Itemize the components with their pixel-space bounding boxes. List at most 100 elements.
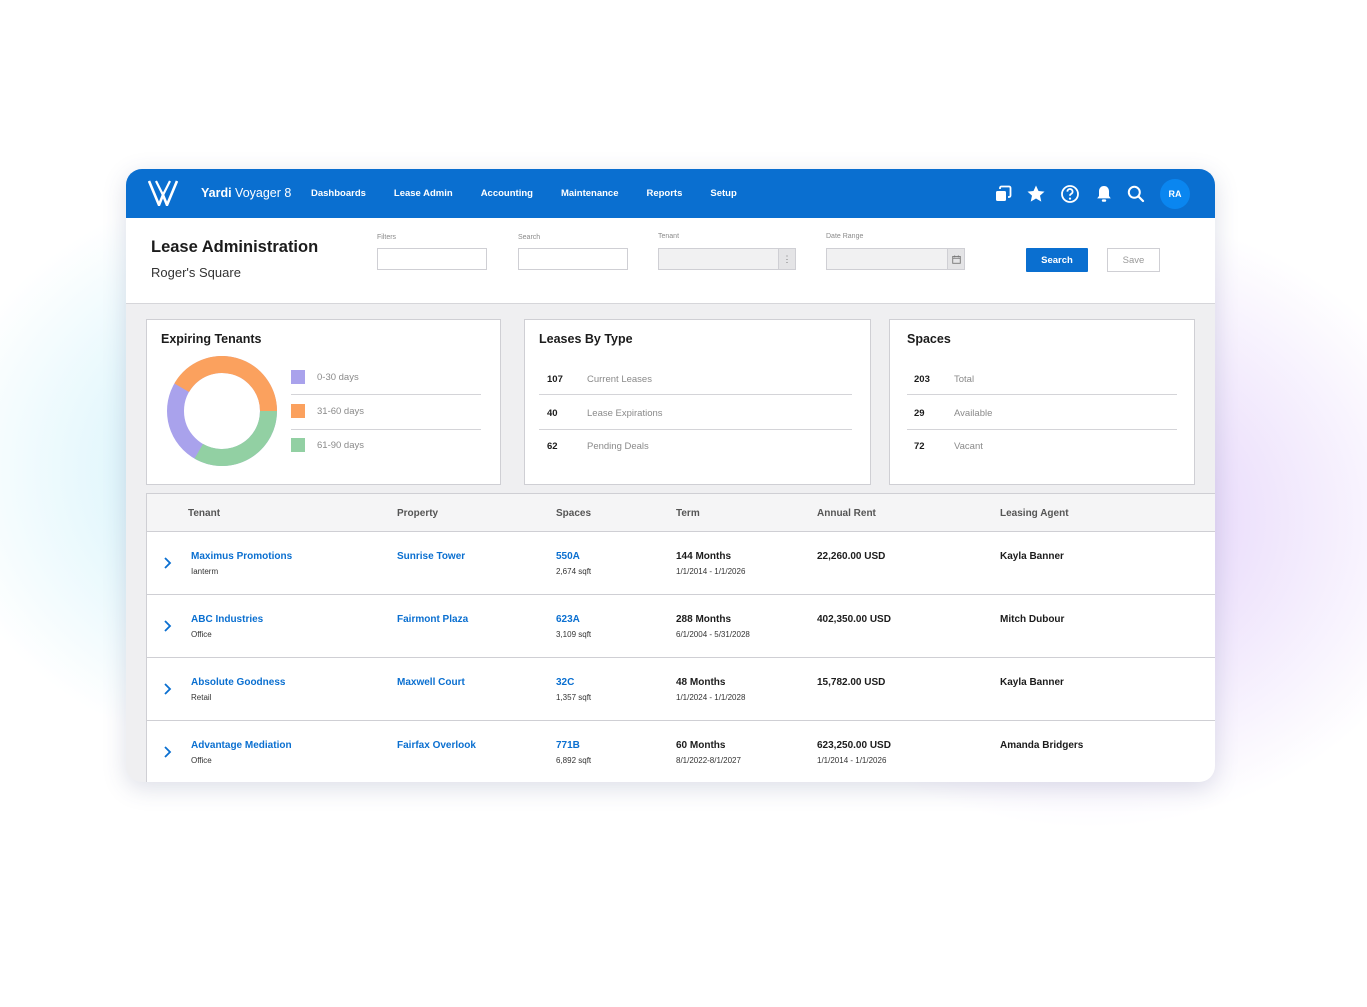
space-link[interactable]: 771B xyxy=(556,740,580,751)
date-range-input[interactable] xyxy=(826,248,965,270)
stat-value: 40 xyxy=(547,408,558,419)
column-header-property[interactable]: Property xyxy=(397,508,438,519)
help-icon[interactable] xyxy=(1060,184,1080,204)
table-header: Tenant Property Spaces Term Annual Rent … xyxy=(147,494,1215,532)
tenant-link[interactable]: ABC Industries xyxy=(191,614,263,625)
save-button[interactable]: Save xyxy=(1107,248,1160,272)
divider xyxy=(539,394,852,395)
page-title: Lease Administration xyxy=(151,238,319,256)
tenant-link[interactable]: Absolute Goodness xyxy=(191,677,285,688)
legend-label: 61-90 days xyxy=(317,440,365,451)
divider xyxy=(907,394,1177,395)
term-length: 288 Months xyxy=(676,614,732,625)
property-link[interactable]: Maxwell Court xyxy=(397,677,465,688)
stat-label: Vacant xyxy=(954,441,983,452)
search-icon[interactable] xyxy=(1126,184,1146,204)
nav-setup[interactable]: Setup xyxy=(710,188,736,199)
main-nav: Dashboards Lease Admin Accounting Mainte… xyxy=(311,188,765,199)
search-input[interactable] xyxy=(518,248,628,270)
nav-dashboards[interactable]: Dashboards xyxy=(311,188,366,199)
space-sqft: 6,892 sqft xyxy=(556,756,592,765)
legend-swatch xyxy=(291,370,305,384)
leasing-agent: Kayla Banner xyxy=(1000,677,1064,688)
user-avatar[interactable]: RA xyxy=(1160,179,1190,209)
spaces-title: Spaces xyxy=(907,332,951,346)
chevron-right-icon[interactable] xyxy=(161,682,175,696)
nav-reports[interactable]: Reports xyxy=(646,188,682,199)
brand-name-rest: Voyager 8 xyxy=(231,186,292,200)
legend-swatch xyxy=(291,404,305,418)
leases-table: Tenant Property Spaces Term Annual Rent … xyxy=(146,493,1215,782)
divider xyxy=(539,429,852,430)
nav-maintenance[interactable]: Maintenance xyxy=(561,188,619,199)
property-link[interactable]: Fairmont Plaza xyxy=(397,614,468,625)
chevron-right-icon[interactable] xyxy=(161,745,175,759)
annual-rent: 22,260.00 USD xyxy=(817,551,886,562)
nav-accounting[interactable]: Accounting xyxy=(481,188,533,199)
brand-name-bold: Yardi xyxy=(201,186,232,200)
expiring-tenants-card: Expiring Tenants 0-30 days 31-60 days 61… xyxy=(146,319,501,485)
rent-dates: 1/1/2014 - 1/1/2026 xyxy=(817,756,887,765)
stat-value: 62 xyxy=(547,441,558,452)
column-header-term[interactable]: Term xyxy=(676,508,700,519)
legend-item-31-60: 31-60 days xyxy=(291,404,481,438)
space-link[interactable]: 623A xyxy=(556,614,580,625)
table-row[interactable]: Absolute Goodness Retail Maxwell Court 3… xyxy=(147,658,1215,721)
stat-value: 29 xyxy=(914,408,925,419)
tenant-type: Office xyxy=(191,630,212,639)
property-name: Roger's Square xyxy=(151,265,241,280)
stat-label: Total xyxy=(954,374,975,385)
star-icon[interactable] xyxy=(1026,184,1046,204)
tenant-select[interactable]: ⋮ xyxy=(658,248,796,270)
legend-label: 0-30 days xyxy=(317,372,359,383)
column-header-spaces[interactable]: Spaces xyxy=(556,508,591,519)
space-link[interactable]: 550A xyxy=(556,551,580,562)
legend-label: 31-60 days xyxy=(317,406,365,417)
tenant-link[interactable]: Advantage Mediation xyxy=(191,740,292,751)
stat-label: Lease Expirations xyxy=(587,408,663,419)
brand-name: Yardi Voyager 8 xyxy=(201,186,291,200)
tenant-link[interactable]: Maximus Promotions xyxy=(191,551,292,562)
table-row[interactable]: Maximus Promotions Ianterm Sunrise Tower… xyxy=(147,532,1215,595)
stat-value: 72 xyxy=(914,441,925,452)
annual-rent: 623,250.00 USD xyxy=(817,740,891,751)
column-header-annual-rent[interactable]: Annual Rent xyxy=(817,508,876,519)
space-sqft: 2,674 sqft xyxy=(556,567,592,576)
space-link[interactable]: 32C xyxy=(556,677,574,688)
term-dates: 8/1/2022-8/1/2027 xyxy=(676,756,741,765)
chevron-right-icon[interactable] xyxy=(161,556,175,570)
leases-by-type-title: Leases By Type xyxy=(539,332,633,346)
expiring-tenants-title: Expiring Tenants xyxy=(161,332,262,346)
term-dates: 6/1/2004 - 5/31/2028 xyxy=(676,630,750,639)
more-vertical-icon[interactable]: ⋮ xyxy=(778,249,795,269)
search-label: Search xyxy=(518,234,541,241)
stat-label: Pending Deals xyxy=(587,441,649,452)
tenant-type: Office xyxy=(191,756,212,765)
calendar-icon[interactable] xyxy=(947,249,964,269)
legend-swatch xyxy=(291,438,305,452)
divider xyxy=(291,394,481,395)
term-dates: 1/1/2014 - 1/1/2026 xyxy=(676,567,746,576)
stat-value: 203 xyxy=(914,374,930,385)
spaces-card: Spaces 203 Total 29 Available 72 Vacant xyxy=(889,319,1195,485)
table-row[interactable]: Advantage Mediation Office Fairfax Overl… xyxy=(147,721,1215,782)
column-header-leasing-agent[interactable]: Leasing Agent xyxy=(1000,508,1069,519)
search-button[interactable]: Search xyxy=(1026,248,1088,272)
yardi-logo-icon[interactable] xyxy=(148,180,178,206)
leases-by-type-card: Leases By Type 107 Current Leases 40 Lea… xyxy=(524,319,871,485)
chevron-right-icon[interactable] xyxy=(161,619,175,633)
property-link[interactable]: Fairfax Overlook xyxy=(397,740,476,751)
term-dates: 1/1/2024 - 1/1/2028 xyxy=(676,693,746,702)
filters-input[interactable] xyxy=(377,248,487,270)
donut-segment-31-60 xyxy=(174,356,277,412)
app-window: Yardi Voyager 8 Dashboards Lease Admin A… xyxy=(126,169,1215,782)
nav-lease-admin[interactable]: Lease Admin xyxy=(394,188,453,199)
donut-segment-61-90 xyxy=(194,410,277,466)
bell-icon[interactable] xyxy=(1094,184,1114,204)
column-header-tenant[interactable]: Tenant xyxy=(188,508,220,519)
property-link[interactable]: Sunrise Tower xyxy=(397,551,465,562)
table-row[interactable]: ABC Industries Office Fairmont Plaza 623… xyxy=(147,595,1215,658)
space-sqft: 1,357 sqft xyxy=(556,693,592,702)
leasing-agent: Mitch Dubour xyxy=(1000,614,1065,625)
windows-icon[interactable] xyxy=(993,184,1013,204)
